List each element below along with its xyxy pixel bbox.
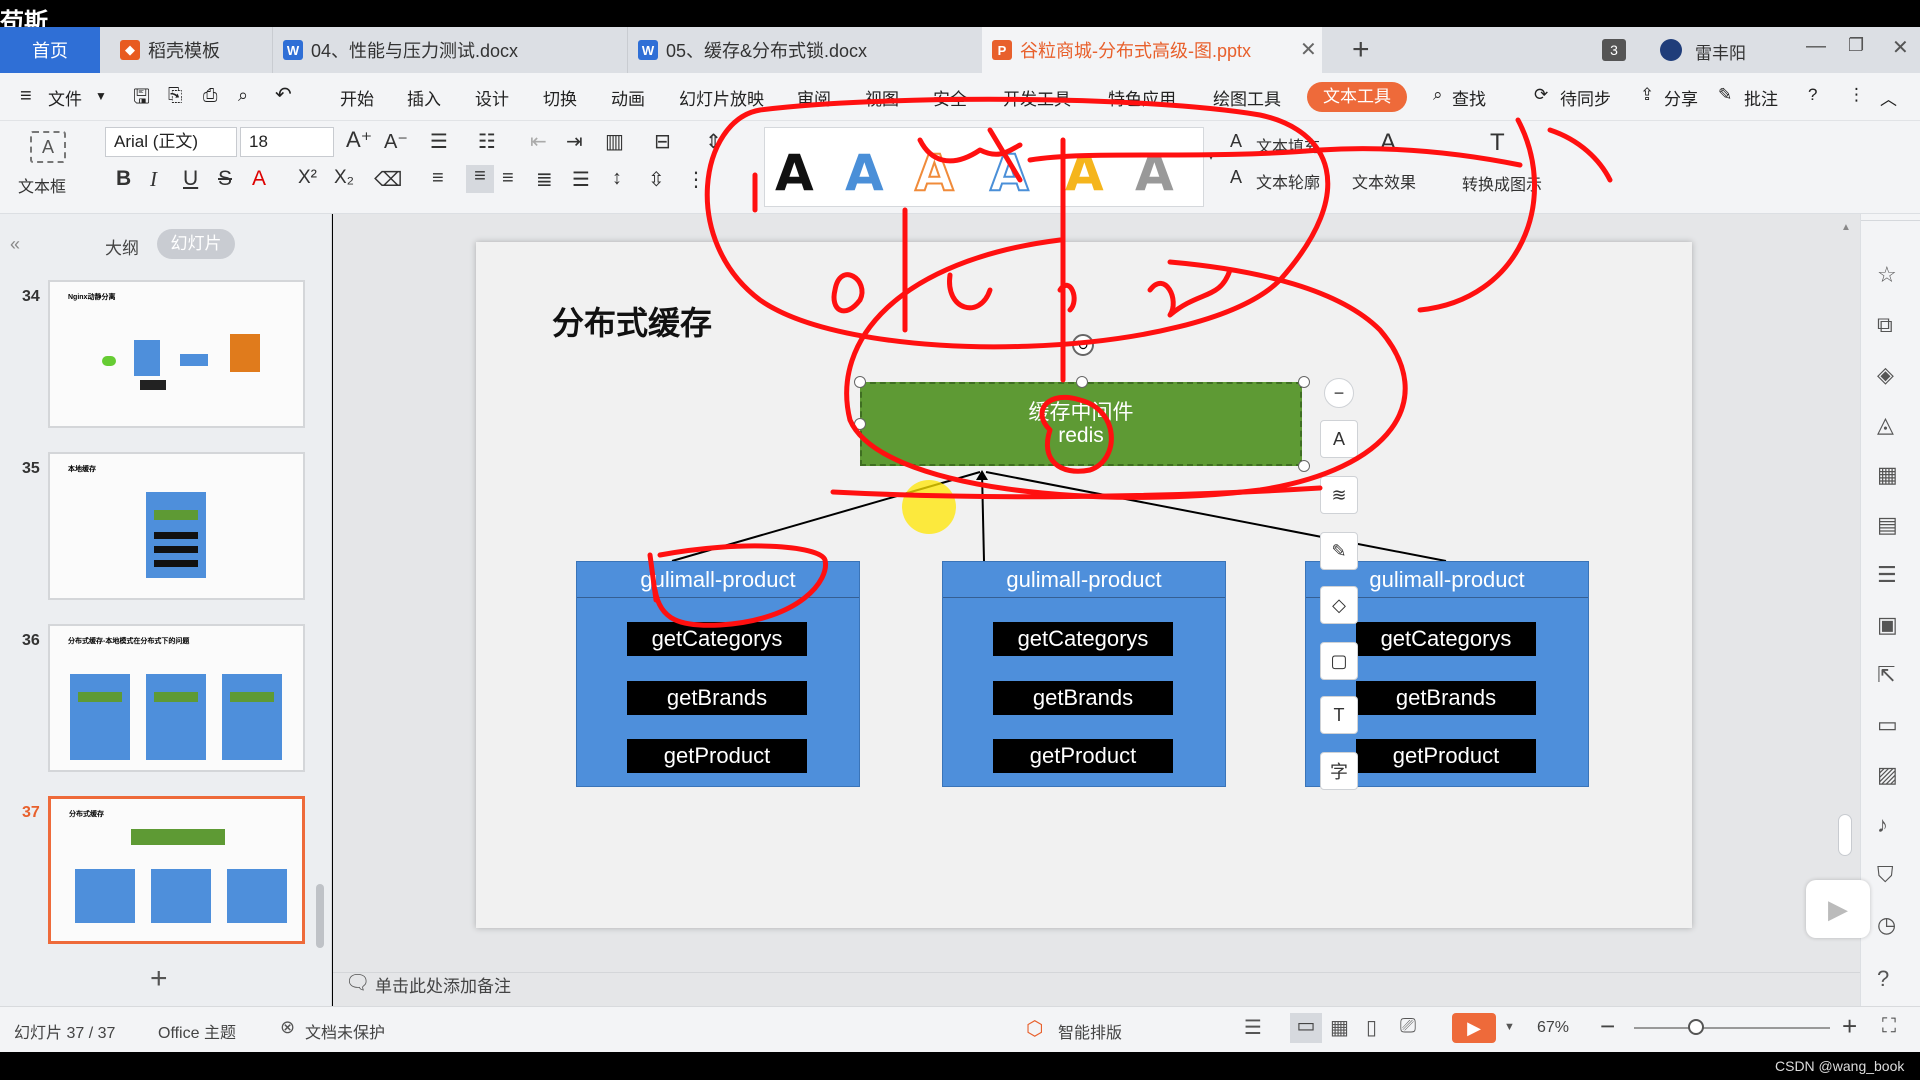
slide-counter: 幻灯片 37 / 37 (14, 1025, 116, 1042)
sidebar-help-icon[interactable]: ? (1877, 966, 1889, 992)
play-slideshow-button[interactable]: ▶ (1452, 1013, 1496, 1043)
smart-layout-button[interactable]: 智能排版 (1058, 1019, 1122, 1043)
zoom-slider-track[interactable] (1634, 1027, 1830, 1029)
sidebar-fill-icon[interactable]: ◬ (1877, 412, 1894, 438)
status-bar: 幻灯片 37 / 37 Office 主题 ⊗ 文档未保护 ⬡ 智能排版 ☰ ▭… (0, 1006, 1920, 1052)
chevron-down-icon[interactable]: ▼ (1504, 1021, 1515, 1033)
notes-view-icon[interactable]: ☰ (1244, 1015, 1262, 1040)
sidebar-divider (1861, 220, 1920, 221)
theme-name[interactable]: Office 主题 (158, 1019, 236, 1043)
sidebar-image-icon[interactable]: ▣ (1877, 612, 1898, 638)
zoom-in-icon[interactable]: + (1842, 1011, 1857, 1042)
app-window: 苟斯 首页 ◆ 稻壳模板 W 04、性能与压力测试.docx W 05、缓存&分… (0, 0, 1920, 1080)
reading-view-icon[interactable]: ▯ (1366, 1015, 1377, 1040)
smart-layout-icon[interactable]: ⬡ (1026, 1016, 1043, 1041)
sidebar-clock-icon[interactable]: ◷ (1877, 912, 1896, 938)
sidebar-grid-icon[interactable]: ▦ (1877, 462, 1898, 488)
video-play-icon[interactable]: ▶ (1806, 880, 1870, 938)
sidebar-chart-icon[interactable]: ▤ (1877, 512, 1898, 538)
presenter-view-icon[interactable]: ⎚ (1400, 1015, 1416, 1038)
sidebar-shield-icon[interactable]: ⛉ (1877, 862, 1894, 888)
sidebar-copy-icon[interactable]: ⧉ (1877, 312, 1893, 338)
sidebar-star-icon[interactable]: ☆ (1877, 262, 1897, 288)
ink-annotations (647, 96, 1613, 628)
sidebar-picture-icon[interactable]: ▨ (1877, 762, 1898, 788)
sorter-view-icon[interactable]: ▦ (1330, 1015, 1349, 1040)
protect-icon: ⊗ (280, 1017, 296, 1037)
normal-view-icon[interactable]: ▭ (1290, 1013, 1322, 1043)
zoom-slider-thumb[interactable] (1688, 1019, 1704, 1035)
zoom-out-icon[interactable]: − (1600, 1011, 1615, 1042)
fit-window-icon[interactable]: ⛶ (1882, 1015, 1896, 1038)
watermark: CSDN @wang_book (1775, 1058, 1905, 1074)
zoom-level[interactable]: 67% (1537, 1019, 1569, 1037)
sidebar-settings-icon[interactable]: ☰ (1877, 562, 1897, 588)
protect-status[interactable]: 文档未保护 (305, 1019, 385, 1043)
sidebar-share-icon[interactable]: ⇱ (1877, 662, 1895, 688)
sidebar-sound-icon[interactable]: ♪ (1877, 812, 1888, 838)
sidebar-box-icon[interactable]: ▭ (1877, 712, 1898, 738)
sidebar-shape-icon[interactable]: ◈ (1877, 362, 1894, 388)
bottom-strip: CSDN @wang_book (0, 1052, 1920, 1080)
